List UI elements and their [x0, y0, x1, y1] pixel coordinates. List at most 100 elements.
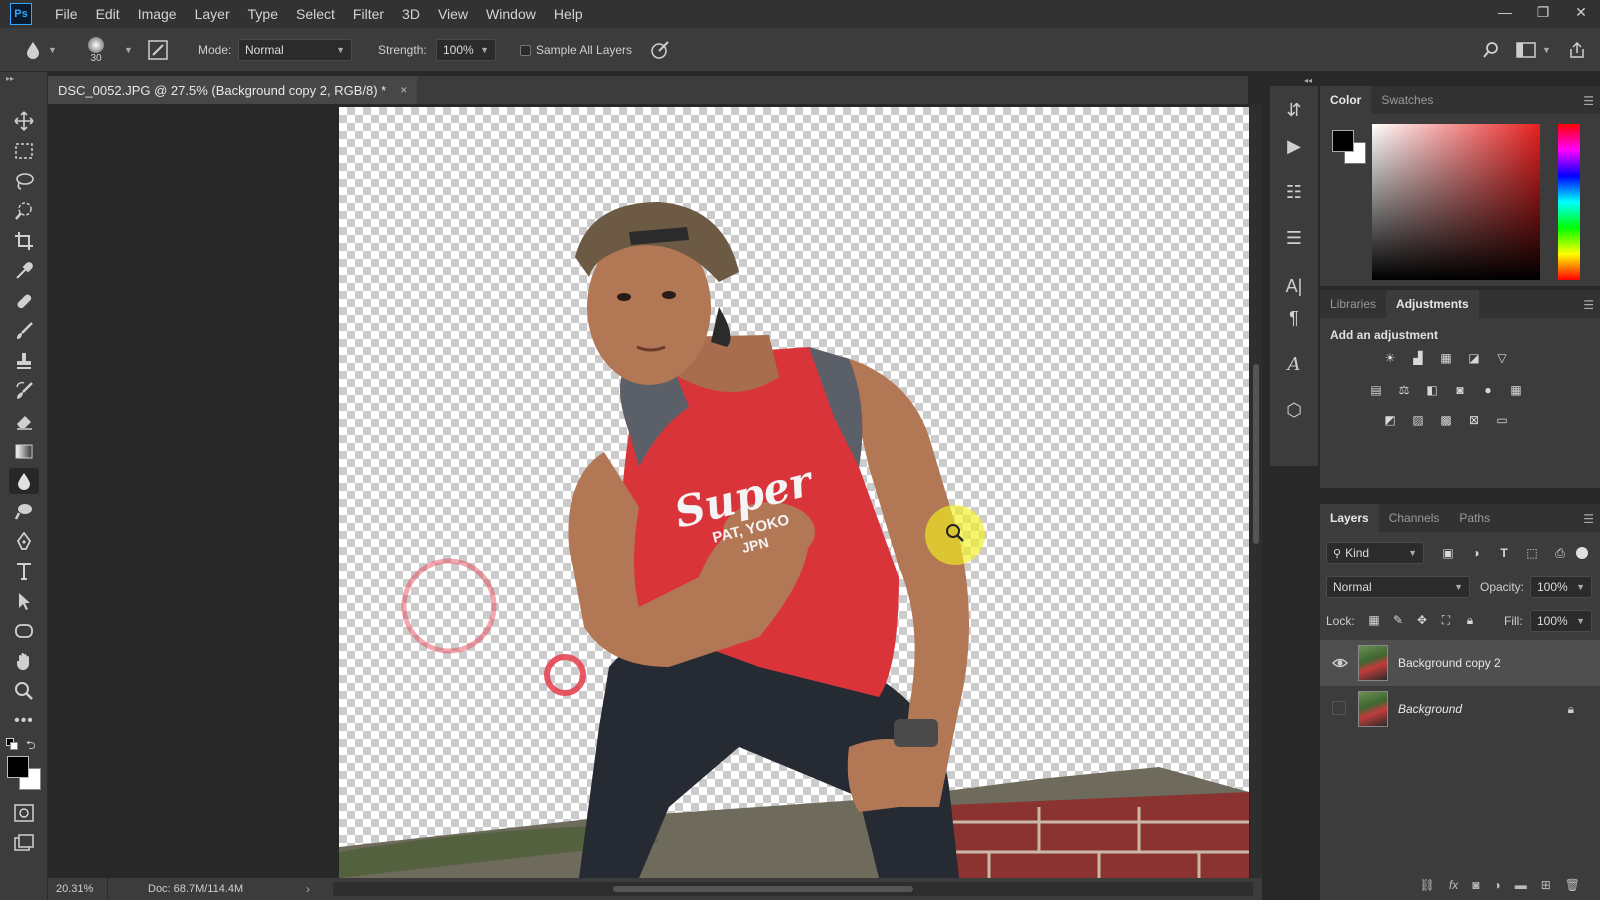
- swap-colors-icon[interactable]: ⮌: [26, 736, 36, 757]
- panel-menu-icon[interactable]: ☰: [1583, 94, 1594, 108]
- lock-pixels-icon[interactable]: ✎: [1388, 610, 1408, 630]
- new-adjustment-icon[interactable]: ◑: [1493, 878, 1500, 892]
- move-tool[interactable]: [9, 108, 39, 134]
- menu-type[interactable]: Type: [239, 0, 287, 28]
- gradient-map-icon[interactable]: ▭: [1492, 410, 1512, 430]
- minimize-button[interactable]: —: [1486, 0, 1524, 24]
- quick-mask-button[interactable]: [9, 800, 39, 826]
- gradient-tool[interactable]: [9, 438, 39, 464]
- share-button[interactable]: [1568, 28, 1586, 72]
- horizontal-scrollbar[interactable]: [333, 882, 1253, 896]
- menu-select[interactable]: Select: [287, 0, 344, 28]
- menu-filter[interactable]: Filter: [344, 0, 393, 28]
- filter-pixel-icon[interactable]: ▣: [1438, 543, 1458, 563]
- levels-icon[interactable]: ▟: [1408, 348, 1428, 368]
- layer-filter-select[interactable]: ⚲ Kind ▼: [1326, 542, 1424, 564]
- delete-layer-icon[interactable]: 🗑︎: [1565, 878, 1580, 892]
- checkbox-box[interactable]: [520, 44, 531, 56]
- color-picker-field[interactable]: [1372, 124, 1540, 280]
- tab-color[interactable]: Color: [1320, 86, 1372, 114]
- filter-adjustment-icon[interactable]: ◑: [1466, 543, 1486, 563]
- quick-selection-tool[interactable]: [9, 198, 39, 224]
- shape-tool[interactable]: [9, 618, 39, 644]
- foreground-color-swatch[interactable]: [7, 756, 29, 778]
- history-panel-button[interactable]: ⇵: [1280, 96, 1308, 124]
- visibility-toggle[interactable]: [1332, 701, 1346, 715]
- photo-filter-icon[interactable]: ◙: [1450, 380, 1470, 400]
- blur-tool[interactable]: [9, 468, 39, 494]
- layer-style-icon[interactable]: fx: [1449, 878, 1458, 892]
- filter-type-icon[interactable]: T: [1494, 543, 1514, 563]
- panel-menu-icon[interactable]: ☰: [1583, 298, 1594, 312]
- dodge-tool[interactable]: [9, 498, 39, 524]
- menu-layer[interactable]: Layer: [186, 0, 239, 28]
- paragraph-panel-button[interactable]: ¶: [1280, 304, 1308, 332]
- fill-input[interactable]: 100% ▼: [1530, 610, 1592, 632]
- brush-settings-button[interactable]: [148, 28, 168, 72]
- tab-swatches[interactable]: Swatches: [1371, 86, 1443, 114]
- menu-file[interactable]: File: [46, 0, 87, 28]
- filter-smart-object-icon[interactable]: ⎙: [1550, 543, 1570, 563]
- menu-view[interactable]: View: [429, 0, 477, 28]
- menu-edit[interactable]: Edit: [87, 0, 129, 28]
- close-tab-icon[interactable]: ×: [400, 83, 407, 97]
- blend-mode-select[interactable]: Normal ▼: [1326, 576, 1470, 598]
- posterize-icon[interactable]: ▨: [1408, 410, 1428, 430]
- color-balance-icon[interactable]: ⚖: [1394, 380, 1414, 400]
- tab-libraries[interactable]: Libraries: [1320, 290, 1386, 318]
- lock-position-icon[interactable]: ✥: [1412, 610, 1432, 630]
- strength-input[interactable]: 100% ▼: [436, 39, 496, 61]
- character-styles-button[interactable]: A: [1280, 350, 1308, 378]
- document-tab[interactable]: DSC_0052.JPG @ 27.5% (Background copy 2,…: [48, 76, 418, 104]
- marquee-tool[interactable]: [9, 138, 39, 164]
- history-brush-tool[interactable]: [9, 378, 39, 404]
- layer-row[interactable]: Background 🔒︎: [1320, 686, 1600, 732]
- eye-icon[interactable]: [1332, 655, 1348, 671]
- hand-tool[interactable]: [9, 648, 39, 674]
- horizontal-scroll-thumb[interactable]: [613, 886, 913, 892]
- tab-adjustments[interactable]: Adjustments: [1386, 290, 1479, 318]
- hue-saturation-icon[interactable]: ▤: [1366, 380, 1386, 400]
- menu-help[interactable]: Help: [545, 0, 592, 28]
- layer-row[interactable]: Background copy 2: [1320, 640, 1600, 686]
- black-white-icon[interactable]: ◧: [1422, 380, 1442, 400]
- lock-artboard-icon[interactable]: ⛶: [1436, 610, 1456, 630]
- type-tool[interactable]: [9, 558, 39, 584]
- color-foreground-swatch[interactable]: [1332, 130, 1354, 152]
- collapse-arrows-icon[interactable]: ▸▸: [6, 74, 14, 83]
- 3d-panel-button[interactable]: ⬡: [1280, 396, 1308, 424]
- invert-icon[interactable]: ◩: [1380, 410, 1400, 430]
- zoom-level-field[interactable]: 20.31%: [48, 878, 108, 900]
- tab-channels[interactable]: Channels: [1379, 504, 1450, 532]
- zoom-tool[interactable]: [9, 678, 39, 704]
- mode-select[interactable]: Normal ▼: [238, 39, 352, 61]
- add-mask-icon[interactable]: ◙: [1472, 878, 1479, 892]
- color-lookup-icon[interactable]: ▦: [1506, 380, 1526, 400]
- filter-toggle-icon[interactable]: [1576, 547, 1588, 559]
- default-colors-icon[interactable]: [6, 738, 18, 750]
- sample-all-layers-checkbox[interactable]: Sample All Layers: [520, 28, 632, 72]
- tab-layers[interactable]: Layers: [1320, 504, 1379, 532]
- chevron-right-icon[interactable]: ›: [306, 882, 310, 896]
- new-group-icon[interactable]: ▬: [1515, 878, 1527, 892]
- eraser-tool[interactable]: [9, 408, 39, 434]
- new-layer-icon[interactable]: ⊞: [1541, 878, 1551, 892]
- lock-transparent-icon[interactable]: ▦: [1364, 610, 1384, 630]
- pen-tool[interactable]: [9, 528, 39, 554]
- menu-window[interactable]: Window: [477, 0, 545, 28]
- pressure-button[interactable]: [650, 28, 670, 72]
- vertical-scroll-thumb[interactable]: [1253, 364, 1259, 544]
- screen-mode-button[interactable]: [9, 830, 39, 856]
- close-window-button[interactable]: ✕: [1562, 0, 1600, 24]
- tab-paths[interactable]: Paths: [1449, 504, 1500, 532]
- path-selection-tool[interactable]: [9, 588, 39, 614]
- hue-slider[interactable]: [1558, 124, 1580, 280]
- actions-panel-button[interactable]: ▶: [1280, 132, 1308, 160]
- restore-button[interactable]: ❐: [1524, 0, 1562, 24]
- search-button[interactable]: [1482, 28, 1500, 72]
- glyphs-panel-button[interactable]: ☰: [1280, 224, 1308, 252]
- filter-shape-icon[interactable]: ⬚: [1522, 543, 1542, 563]
- crop-tool[interactable]: [9, 228, 39, 254]
- link-layers-icon[interactable]: ⛓: [1420, 878, 1435, 892]
- workspace-button[interactable]: ▼: [1516, 28, 1551, 72]
